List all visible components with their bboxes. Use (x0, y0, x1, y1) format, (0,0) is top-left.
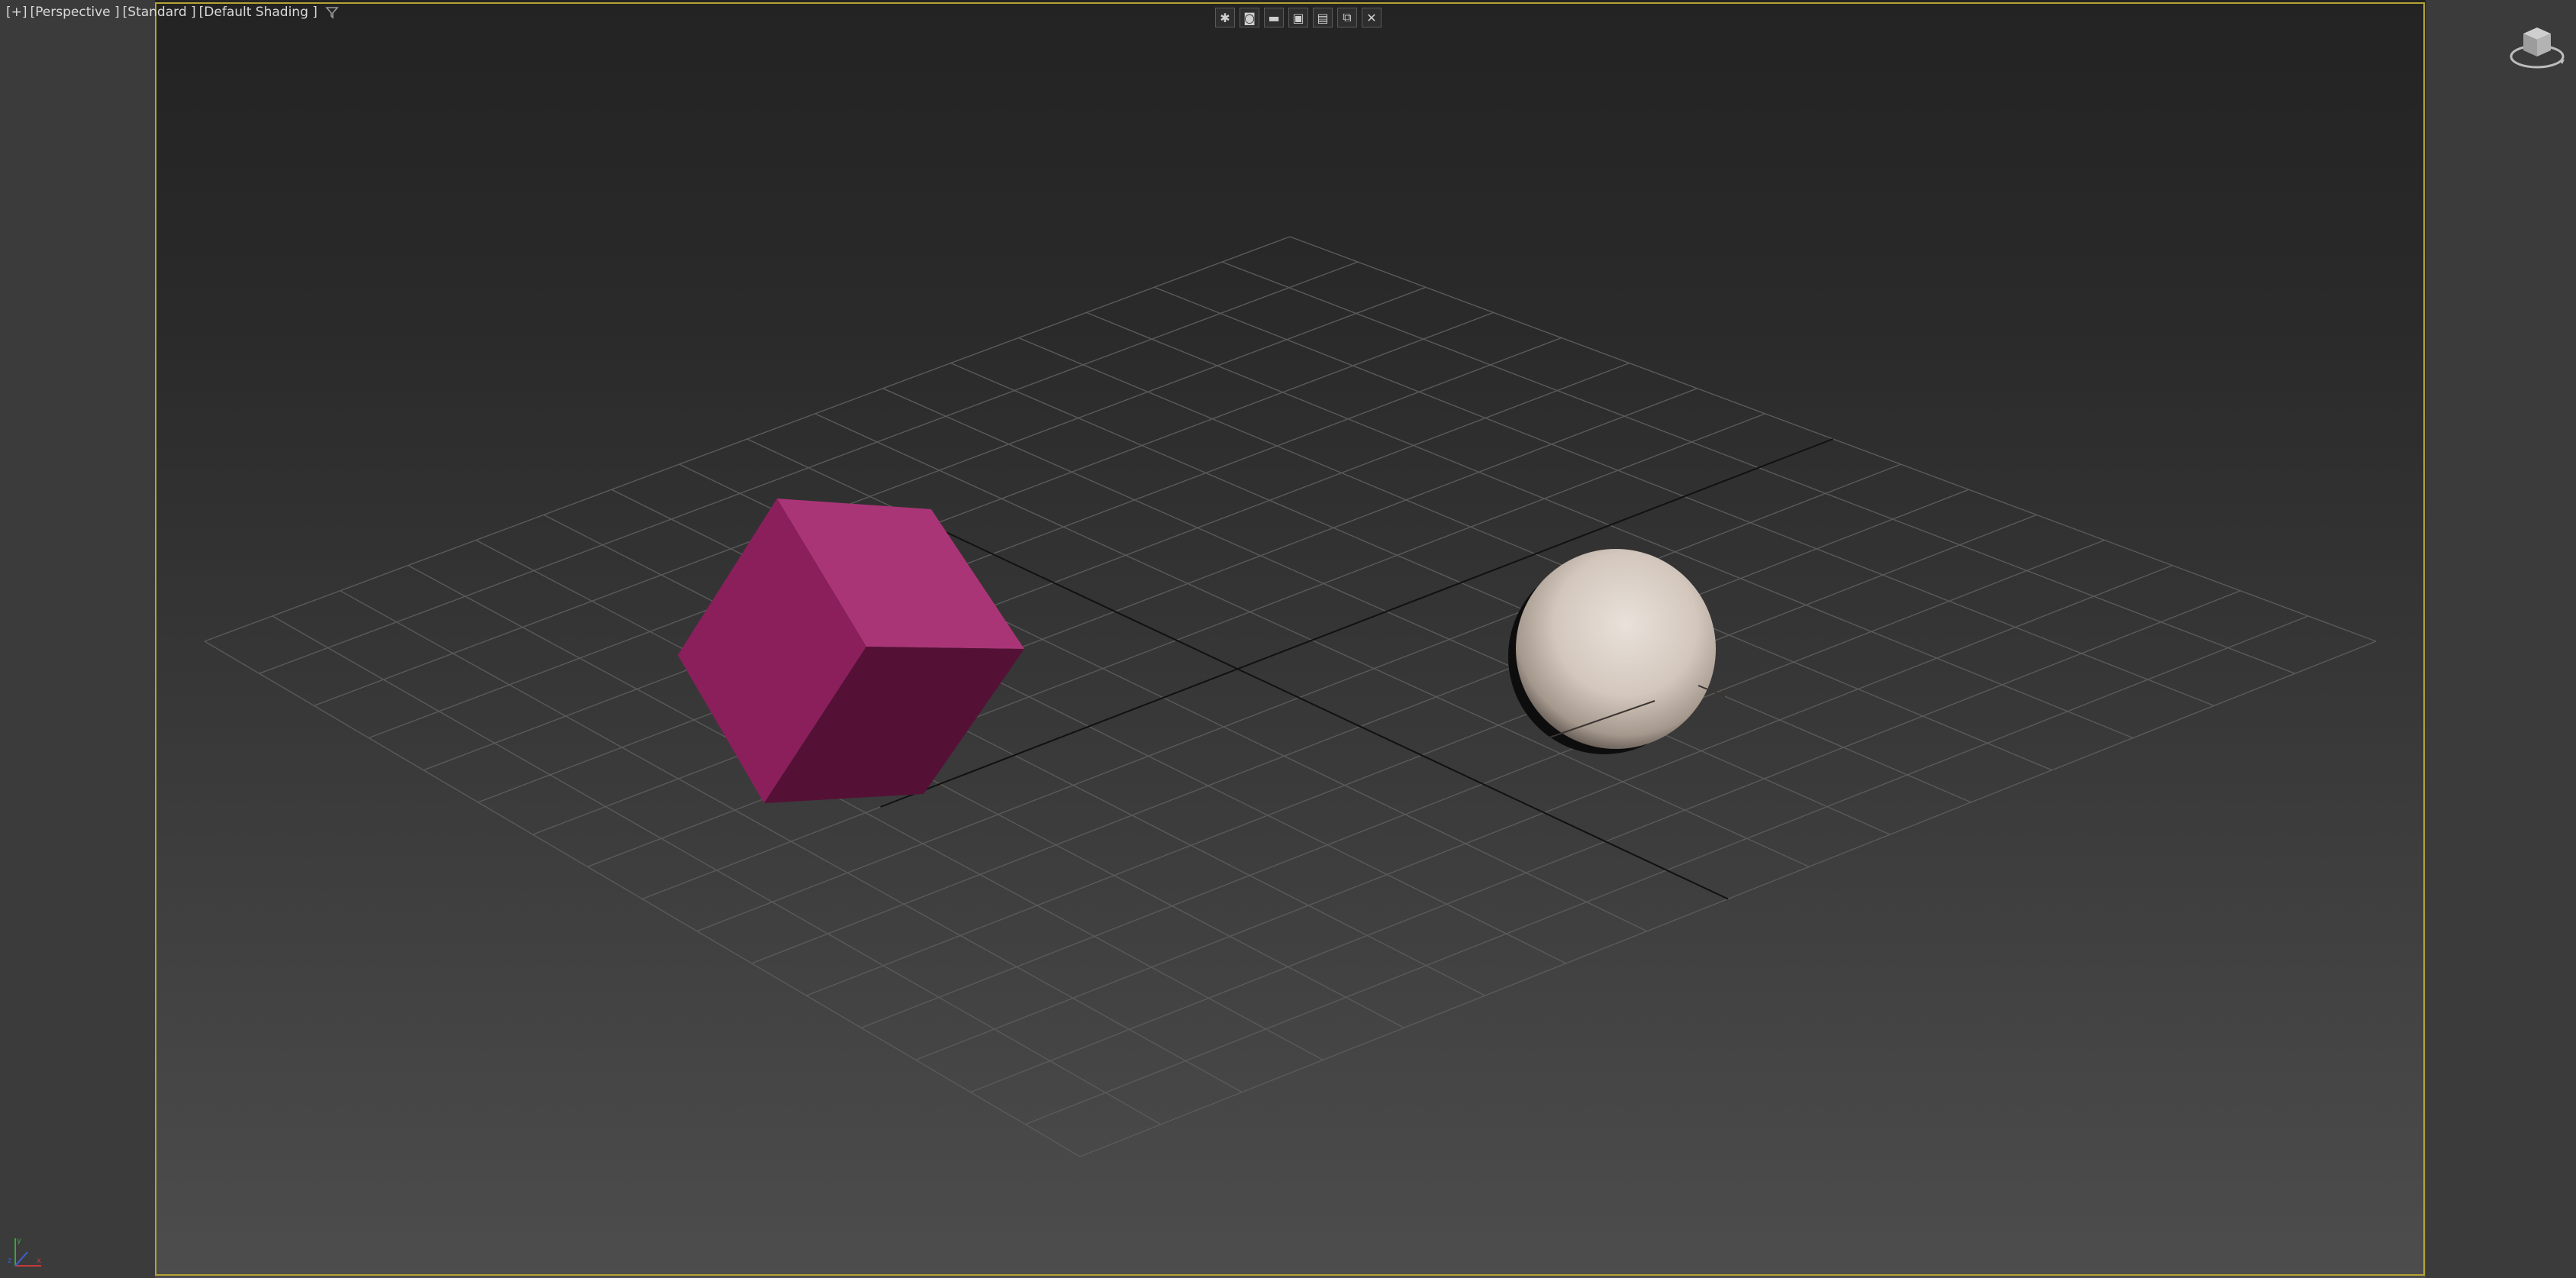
viewcube-icon[interactable] (2507, 21, 2568, 76)
viewport-plus-menu[interactable]: [+] (5, 5, 29, 20)
display-button[interactable]: ▤ (1313, 8, 1333, 27)
shading-style-menu[interactable]: [Standard ] (121, 5, 198, 20)
render-button[interactable]: ◙ (1240, 8, 1259, 27)
close-button[interactable]: ✕ (1362, 8, 1381, 27)
asterisk-icon: ✱ (1220, 10, 1230, 25)
sphere-object[interactable] (1508, 549, 1726, 754)
safe-frame-icon: ▬ (1268, 10, 1280, 25)
shading-mode-menu[interactable]: [Default Shading ] (198, 5, 319, 20)
save-button[interactable]: ▣ (1288, 8, 1308, 27)
svg-text:y: y (17, 1237, 21, 1245)
display-icon: ▤ (1317, 10, 1329, 25)
maximize-icon: ⧉ (1343, 10, 1352, 24)
close-icon: ✕ (1366, 10, 1377, 25)
svg-text:x: x (37, 1257, 41, 1265)
filter-icon[interactable] (325, 5, 339, 19)
save-icon: ▣ (1292, 10, 1304, 25)
home-grid (204, 236, 2377, 1157)
perspective-viewport[interactable]: [+] [Perspective ] [Standard ] [Default … (0, 0, 2576, 1278)
sphere-body[interactable] (1516, 549, 1716, 749)
scene-canvas[interactable] (0, 0, 2576, 1278)
svg-text:z: z (8, 1257, 11, 1265)
viewport-label-menu: [+] [Perspective ] [Standard ] [Default … (5, 5, 339, 20)
axis-tripod-icon: y x z (8, 1237, 41, 1267)
render-icon: ◙ (1243, 10, 1256, 25)
point-of-view-menu[interactable]: [Perspective ] (29, 5, 121, 20)
safe-frame-button[interactable]: ▬ (1264, 8, 1284, 27)
asterisk-button[interactable]: ✱ (1215, 8, 1235, 27)
maximize-button[interactable]: ⧉ (1337, 8, 1357, 27)
viewport-toolbar: ✱ ◙ ▬ ▣ ▤ ⧉ ✕ (1215, 8, 1381, 27)
